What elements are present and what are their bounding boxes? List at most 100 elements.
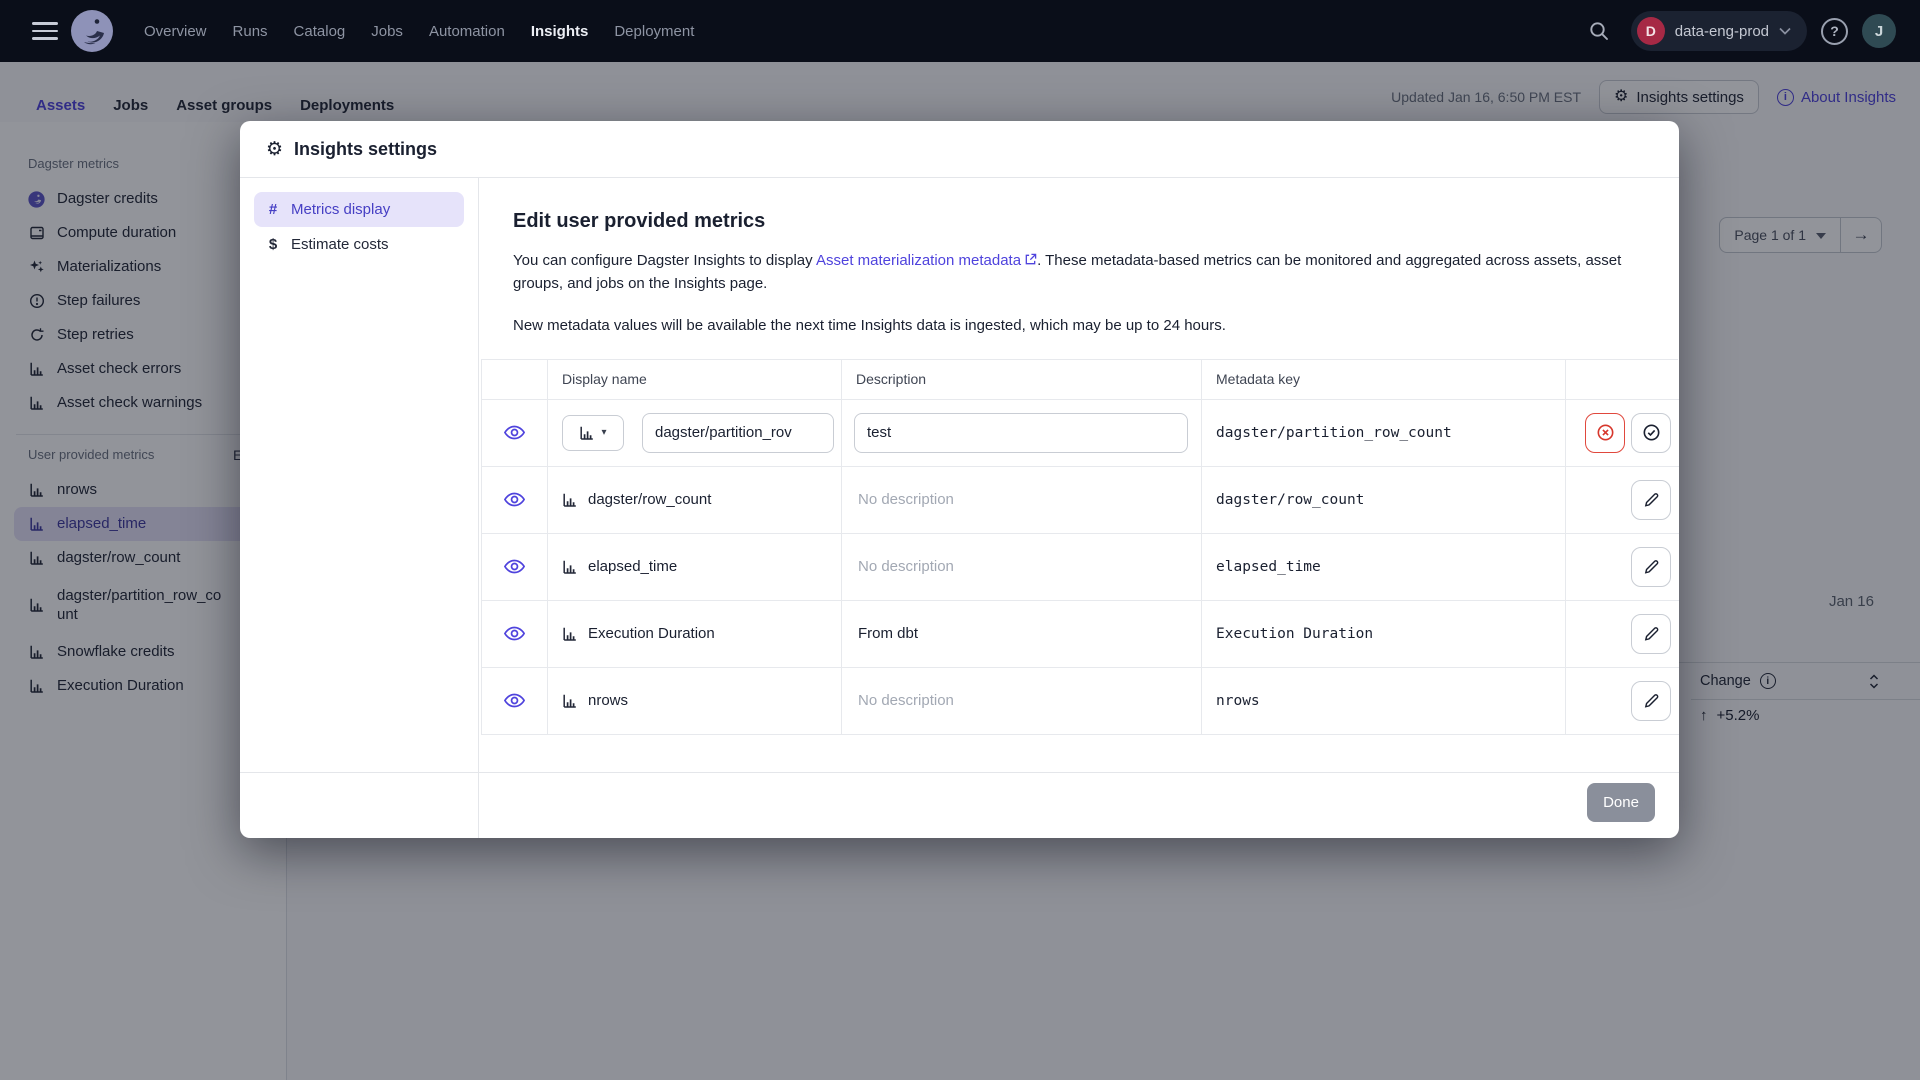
description-input[interactable]	[854, 412, 1188, 453]
display-name-input[interactable]	[642, 412, 834, 453]
eye-icon[interactable]	[503, 488, 526, 511]
next-page-button[interactable]: →	[1841, 218, 1881, 252]
sidebar-item-label: Step failures	[57, 292, 141, 310]
description-cell: No description	[842, 667, 1202, 735]
nav-deployment[interactable]: Deployment	[614, 23, 694, 40]
confirm-edit-button[interactable]	[1631, 412, 1671, 453]
chevron-down-icon	[1779, 27, 1791, 35]
display-name-cell: elapsed_time	[548, 533, 842, 601]
description-cell: No description	[842, 466, 1202, 534]
change-value: +5.2%	[1716, 707, 1760, 724]
sparkles-icon	[28, 259, 45, 275]
alert-circle-icon	[28, 293, 45, 309]
bar-chart-icon	[28, 644, 45, 660]
edit-row-button[interactable]	[1631, 613, 1671, 654]
about-insights-label: About Insights	[1800, 88, 1896, 106]
cancel-edit-button[interactable]	[1585, 412, 1625, 453]
eye-icon[interactable]	[503, 421, 526, 444]
insights-settings-button[interactable]: ⚙ Insights settings	[1599, 80, 1759, 114]
caret-down-icon: ▾	[601, 427, 607, 439]
page-label: Page 1 of 1	[1734, 227, 1806, 243]
edit-row-button[interactable]	[1631, 546, 1671, 587]
tab-deployments[interactable]: Deployments	[300, 97, 394, 114]
pencil-icon	[1644, 694, 1658, 708]
pencil-icon	[1644, 493, 1658, 507]
metrics-table: Display name Description Metadata key ▾	[481, 358, 1679, 735]
actions-cell	[1566, 467, 1679, 534]
dagster-logo-icon[interactable]	[70, 9, 114, 53]
primary-nav-links: Overview Runs Catalog Jobs Automation In…	[144, 23, 694, 40]
nav-overview[interactable]: Overview	[144, 23, 207, 40]
tab-assets[interactable]: Assets	[36, 97, 85, 114]
workspace-switcher[interactable]: D data-eng-prod	[1630, 11, 1807, 51]
help-icon[interactable]: ?	[1821, 17, 1848, 45]
insights-settings-modal: ⚙ Insights settings # Metrics display $ …	[240, 121, 1679, 838]
gear-icon: ⚙	[1614, 88, 1629, 105]
hamburger-menu-icon[interactable]	[32, 22, 58, 40]
asset-materialization-metadata-link[interactable]: Asset materialization metadata	[816, 252, 1037, 269]
search-icon[interactable]	[1581, 13, 1617, 49]
metadata-key-cell: nrows	[1202, 667, 1566, 735]
sidebar-item-label: Compute duration	[57, 224, 177, 242]
change-header-label: Change	[1700, 673, 1751, 689]
nav-catalog[interactable]: Catalog	[294, 23, 346, 40]
arrow-up-icon: ↑	[1700, 707, 1708, 724]
modal-footer-divider	[240, 772, 1679, 773]
sidebar-item-label: Step retries	[57, 326, 134, 344]
user-avatar[interactable]: J	[1862, 14, 1896, 48]
eye-icon[interactable]	[503, 689, 526, 712]
about-insights-link[interactable]: i About Insights	[1776, 88, 1896, 106]
sidebar-item-label: Asset check errors	[57, 360, 182, 378]
metadata-key-cell: elapsed_time	[1202, 533, 1566, 601]
tab-asset-groups[interactable]: Asset groups	[176, 97, 272, 114]
header-actions	[1566, 360, 1679, 400]
tab-jobs[interactable]: Jobs	[113, 97, 148, 114]
sort-icon[interactable]	[1868, 673, 1880, 689]
sidebar-item-elapsed-time[interactable]: elapsed_time	[14, 507, 272, 541]
caret-down-icon	[1816, 232, 1826, 239]
metadata-key-cell: dagster/row_count	[1202, 466, 1566, 534]
edit-row-button[interactable]	[1631, 680, 1671, 721]
note-paragraph: New metadata values will be available th…	[513, 316, 1226, 334]
header-visibility	[482, 359, 548, 400]
bar-chart-icon	[28, 550, 45, 566]
nav-insights[interactable]: Insights	[531, 23, 589, 40]
display-name-text: elapsed_time	[588, 558, 678, 576]
change-column-header[interactable]: Change i	[1691, 663, 1920, 700]
header-display-name: Display name	[548, 359, 842, 400]
nav-jobs[interactable]: Jobs	[371, 23, 403, 40]
intro-before: You can configure Dagster Insights to di…	[513, 252, 816, 269]
modal-nav: # Metrics display $ Estimate costs	[240, 178, 479, 838]
page-select[interactable]: Page 1 of 1	[1720, 218, 1841, 252]
bar-chart-icon	[28, 678, 45, 694]
bar-chart-icon	[28, 395, 45, 411]
modal-nav-label: Estimate costs	[291, 236, 389, 253]
modal-header: ⚙ Insights settings	[240, 121, 1679, 178]
modal-nav-label: Metrics display	[291, 201, 391, 218]
sidebar-item-label: nrows	[57, 481, 98, 499]
modal-nav-metrics-display[interactable]: # Metrics display	[254, 192, 464, 227]
change-value-cell: ↑ +5.2%	[1691, 707, 1759, 724]
edit-row-button[interactable]	[1631, 479, 1671, 520]
link-label: Asset materialization metadata	[815, 252, 1022, 269]
modal-nav-estimate-costs[interactable]: $ Estimate costs	[254, 227, 464, 262]
display-name-cell: dagster/row_count	[548, 466, 842, 534]
hash-icon: #	[268, 201, 278, 218]
eye-icon[interactable]	[503, 622, 526, 645]
bar-chart-icon	[28, 597, 45, 613]
metric-type-dropdown[interactable]: ▾	[562, 414, 624, 451]
pencil-icon	[1644, 560, 1658, 574]
done-button[interactable]: Done	[1587, 783, 1655, 822]
nav-automation[interactable]: Automation	[429, 23, 505, 40]
top-nav: Overview Runs Catalog Jobs Automation In…	[0, 0, 1920, 62]
eye-icon[interactable]	[503, 555, 526, 578]
gear-icon: ⚙	[266, 138, 284, 160]
table-row-visibility	[482, 533, 548, 601]
actions-cell	[1566, 668, 1679, 735]
dagster-logo-icon	[28, 190, 45, 208]
display-name-text: dagster/row_count	[588, 491, 712, 509]
nav-runs[interactable]: Runs	[233, 23, 268, 40]
description-cell: No description	[842, 533, 1202, 601]
header-metadata-key: Metadata key	[1202, 359, 1566, 400]
cancel-circle-icon	[1597, 424, 1613, 441]
